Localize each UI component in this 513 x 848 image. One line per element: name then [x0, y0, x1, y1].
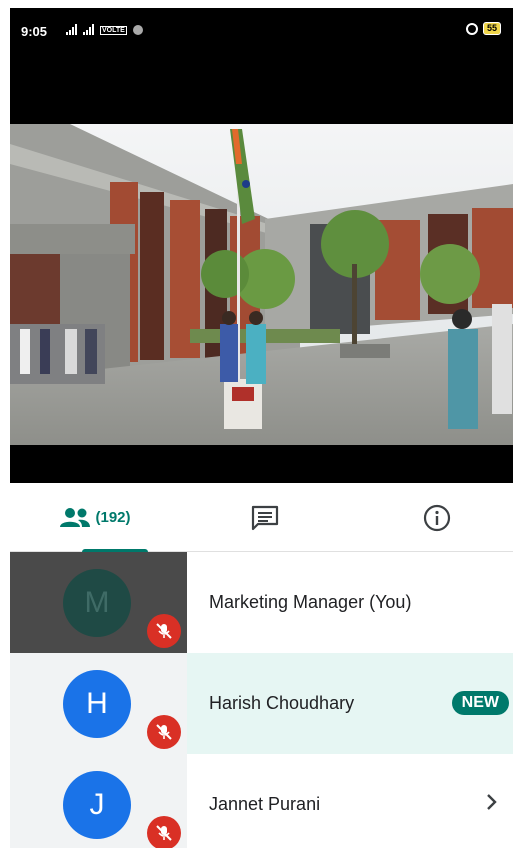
mic-off-icon — [147, 715, 181, 749]
new-badge: NEW — [451, 691, 509, 715]
status-bar: 9:05 VOLTE 55 — [10, 8, 513, 56]
flag-hoisting-photo — [10, 124, 513, 445]
participant-tile: J — [10, 754, 187, 848]
participant-row[interactable]: M Marketing Manager (You) — [10, 552, 513, 653]
participant-row[interactable]: J Jannet Purani — [10, 754, 513, 848]
participant-tile: H — [10, 653, 187, 754]
meeting-tabs: (192) — [10, 483, 513, 553]
status-time: 9:05 — [21, 24, 48, 39]
notification-icon — [132, 25, 143, 35]
participant-info: Harish Choudhary NEW — [187, 653, 513, 754]
participant-info: Jannet Purani — [187, 754, 513, 848]
chevron-right-icon[interactable] — [485, 792, 499, 812]
participant-row[interactable]: H Harish Choudhary NEW — [10, 653, 513, 754]
status-right: 55 — [465, 22, 501, 35]
people-icon — [60, 507, 91, 527]
participant-name: Harish Choudhary — [209, 693, 355, 713]
battery-icon: 55 — [482, 22, 501, 35]
tab-info[interactable] — [372, 483, 502, 552]
participant-video[interactable] — [10, 124, 513, 445]
chat-icon — [251, 505, 279, 530]
participant-tile: M — [10, 552, 187, 653]
participant-name: Jannet Purani — [209, 794, 321, 814]
alarm-icon — [465, 22, 478, 35]
mic-off-icon — [147, 816, 181, 848]
meeting-screen: 9:05 VOLTE 55 (192) M Marketing Manager … — [10, 8, 513, 848]
network-icons: VOLTE — [66, 23, 143, 35]
participant-count: (192) — [95, 509, 131, 526]
participant-info: Marketing Manager (You) — [187, 552, 513, 653]
info-icon — [423, 504, 451, 531]
avatar: J — [63, 771, 131, 839]
mic-off-icon — [147, 614, 181, 648]
signal-icon — [66, 23, 77, 35]
tab-chat[interactable] — [200, 483, 330, 552]
tab-people[interactable]: (192) — [30, 483, 160, 553]
signal-icon-2 — [83, 23, 94, 35]
participant-list: M Marketing Manager (You) H Harish Choud… — [10, 552, 513, 848]
avatar: H — [63, 670, 131, 738]
avatar: M — [63, 569, 131, 637]
volte-icon: VOLTE — [100, 26, 127, 35]
video-area: 9:05 VOLTE 55 — [10, 8, 513, 483]
participant-name: Marketing Manager (You) — [209, 592, 412, 612]
